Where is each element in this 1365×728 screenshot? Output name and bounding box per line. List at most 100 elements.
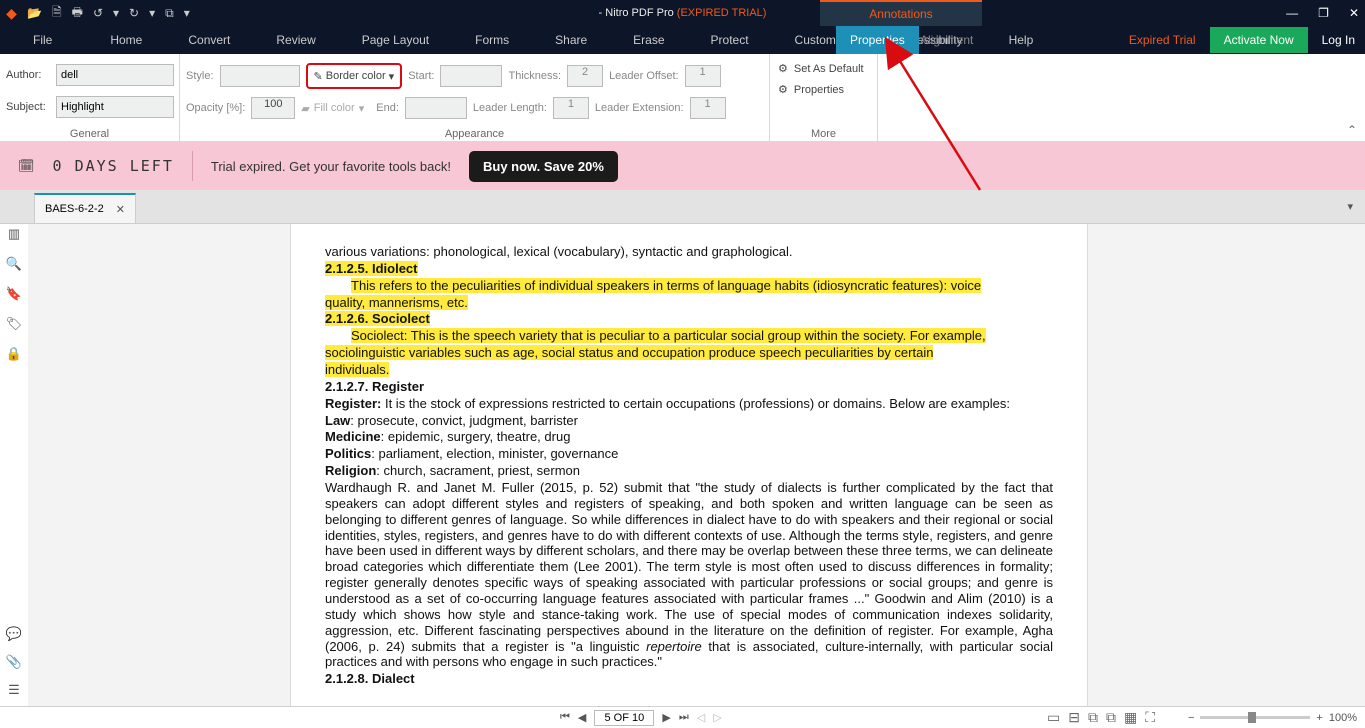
qat-more-icon[interactable]: ▾ (113, 6, 119, 20)
properties-button[interactable]: ⚙ Properties (770, 75, 877, 96)
comment-icon[interactable]: 💬 (6, 626, 22, 642)
subject-label: Subject: (6, 101, 50, 113)
start-select[interactable] (440, 65, 502, 87)
leader-length-input[interactable]: 1 (553, 97, 589, 119)
maximize-icon[interactable]: ❐ (1318, 6, 1329, 20)
forward-icon[interactable]: ▷ (713, 711, 721, 724)
prev-page-icon[interactable]: ◀ (578, 711, 586, 724)
style-select[interactable] (220, 65, 300, 87)
view-thumb-icon[interactable]: ▦ (1124, 709, 1137, 726)
undo-icon[interactable]: ↺ (93, 6, 103, 20)
page-input[interactable] (594, 710, 654, 726)
menu-protect[interactable]: Protect (702, 26, 758, 54)
group-appearance-label: Appearance (180, 128, 769, 140)
bucket-icon: ▰ (301, 102, 309, 115)
menu-file[interactable]: File (24, 26, 61, 54)
expired-trial-label: Expired Trial (1129, 33, 1196, 47)
bookmark-icon[interactable]: 🔖 (6, 286, 22, 302)
list-icon[interactable]: ☰ (8, 682, 20, 698)
view-facing2-icon[interactable]: ⧉ (1106, 709, 1116, 726)
view-continuous-icon[interactable]: ⊟ (1068, 709, 1080, 726)
login-button[interactable]: Log In (1322, 33, 1355, 47)
group-appearance: Style: ✎ Border color ▾ Start: Thickness… (180, 54, 770, 142)
document-tabs: BAES-6-2-2 ✕ ▾ (0, 190, 1365, 224)
right-controls: Expired Trial Activate Now Log In (1129, 27, 1355, 53)
new-doc-icon[interactable]: 🗎 (52, 3, 62, 24)
border-color-button[interactable]: ✎ Border color ▾ (306, 63, 403, 89)
bold-text: Register: (325, 396, 381, 411)
menu-home[interactable]: Home (101, 26, 151, 54)
body-highlight: individuals. (325, 362, 389, 377)
trial-msg: Trial expired. Get your favorite tools b… (211, 159, 451, 174)
statusbar: ⏮ ◀ ▶ ⏭ ◁ ▷ ▭ ⊟ ⧉ ⧉ ▦ ⛶ − + 100% (0, 706, 1365, 728)
tab-alignment[interactable]: Alignment (906, 26, 987, 54)
zoom-slider[interactable] (1200, 716, 1310, 719)
activate-now-button[interactable]: Activate Now (1210, 27, 1308, 53)
first-page-icon[interactable]: ⏮ (560, 711, 570, 724)
tag-icon[interactable]: 🏷 (6, 316, 23, 332)
zoom-out-icon[interactable]: − (1188, 712, 1194, 724)
view-facing-icon[interactable]: ⧉ (1088, 709, 1098, 726)
document-tab[interactable]: BAES-6-2-2 ✕ (34, 193, 136, 223)
subject-input[interactable] (56, 96, 174, 118)
qat-more3-icon[interactable]: ▾ (184, 6, 190, 20)
tool-icon[interactable]: ⧉ (165, 6, 174, 21)
document-page[interactable]: various variations: phonological, lexica… (290, 224, 1088, 706)
fill-color-label: Fill color (314, 102, 355, 114)
menu-erase[interactable]: Erase (624, 26, 673, 54)
menu-review[interactable]: Review (267, 26, 324, 54)
bold-text: Law (325, 413, 350, 428)
leader-ext-input[interactable]: 1 (690, 97, 726, 119)
menu-forms[interactable]: Forms (466, 26, 518, 54)
tab-overflow-icon[interactable]: ▾ (1347, 200, 1353, 213)
search-icon[interactable]: 🔍 (6, 256, 22, 272)
author-label: Author: (6, 69, 50, 81)
document-area: various variations: phonological, lexica… (28, 224, 1365, 706)
buy-now-button[interactable]: Buy now. Save 20% (469, 151, 618, 182)
fill-color-button[interactable]: ▰ Fill color ▾ (301, 102, 364, 115)
thickness-label: Thickness: (508, 70, 561, 82)
menu-convert[interactable]: Convert (179, 26, 239, 54)
opacity-input[interactable]: 100 (251, 97, 295, 119)
lock-icon[interactable]: 🔒 (6, 346, 22, 362)
bold-text: Medicine (325, 429, 381, 444)
menu-share[interactable]: Share (546, 26, 596, 54)
app-logo-icon: ◆ (0, 5, 23, 22)
open-icon[interactable]: 📂 (27, 6, 42, 20)
tab-annotations[interactable]: Annotations (820, 0, 982, 26)
redo-icon[interactable]: ↻ (129, 6, 139, 20)
collapse-ribbon-icon[interactable]: ⌃ (1347, 123, 1357, 137)
print-icon[interactable]: 🖶 (72, 3, 83, 24)
leader-offset-input[interactable]: 1 (685, 65, 721, 87)
attachment-icon[interactable]: 📎 (6, 654, 22, 670)
view-full-icon[interactable]: ⛶ (1145, 709, 1155, 726)
back-icon[interactable]: ◁ (697, 711, 705, 724)
menu-page-layout[interactable]: Page Layout (353, 26, 438, 54)
view-single-icon[interactable]: ▭ (1047, 709, 1060, 726)
leader-offset-label: Leader Offset: (609, 70, 679, 82)
close-icon[interactable]: ✕ (1349, 6, 1359, 20)
author-input[interactable] (56, 64, 174, 86)
end-select[interactable] (405, 97, 467, 119)
chevron-down-icon: ▾ (389, 70, 395, 83)
set-default-button[interactable]: ⚙ Set As Default (770, 54, 877, 75)
title-prefix: - Nitro PDF Pro (599, 7, 677, 19)
zoom-in-icon[interactable]: + (1316, 712, 1322, 724)
last-page-icon[interactable]: ⏭ (679, 711, 689, 724)
minimize-icon[interactable]: — (1286, 6, 1298, 20)
days-left: 0 DAYS LEFT (53, 157, 174, 175)
body-text: : prosecute, convict, judgment, barriste… (350, 413, 578, 428)
menu-help[interactable]: Help (1000, 26, 1043, 54)
next-page-icon[interactable]: ▶ (662, 711, 670, 724)
calendar-icon: 🗓 (18, 158, 35, 174)
pencil-icon: ✎ (314, 70, 323, 83)
pages-panel-icon[interactable]: ▥ (8, 226, 20, 242)
thickness-input[interactable]: 2 (567, 65, 603, 87)
group-more-label: More (770, 128, 877, 140)
qat-more2-icon[interactable]: ▾ (149, 6, 155, 20)
gear-icon: ⚙ (778, 62, 788, 75)
leader-length-label: Leader Length: (473, 102, 547, 114)
heading: 2.1.2.8. Dialect (325, 671, 1053, 687)
tab-close-icon[interactable]: ✕ (116, 203, 125, 216)
properties-label: Properties (794, 84, 844, 96)
